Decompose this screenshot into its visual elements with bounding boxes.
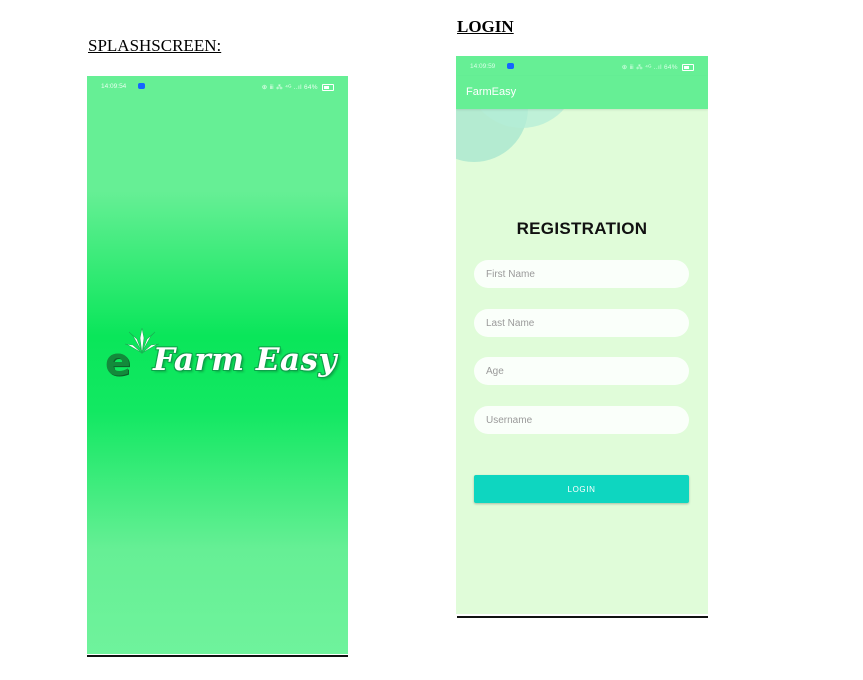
username-input[interactable] xyxy=(474,406,689,434)
status-icons: ⊕ ⅲ ⁂ ⁴ᴳ ..ıl 64% xyxy=(621,64,678,71)
login-divider xyxy=(457,616,708,618)
login-caption: LOGIN xyxy=(457,17,514,36)
app-title: FarmEasy xyxy=(466,86,517,98)
status-time: 14:09:54 xyxy=(101,83,127,90)
splash-screen: 14:09:54 ⊕ ⅲ ⁂ ⁴ᴳ ..ıl 64% e Farm Easy xyxy=(87,76,348,654)
status-bar: 14:09:54 ⊕ ⅲ ⁂ ⁴ᴳ ..ıl 64% xyxy=(87,76,348,96)
battery-icon xyxy=(322,83,334,91)
status-icons: ⊕ ⅲ ⁂ ⁴ᴳ ..ıl 64% xyxy=(261,84,318,91)
app-bar: FarmEasy xyxy=(456,76,708,109)
registration-heading: REGISTRATION xyxy=(516,219,648,238)
splash-divider xyxy=(87,655,348,657)
logo-text: Farm Easy xyxy=(153,342,338,378)
last-name-input[interactable] xyxy=(474,309,689,337)
login-screen: 14:09:59 ⊕ ⅲ ⁂ ⁴ᴳ ..ıl 64% FarmEasy REGI… xyxy=(456,56,708,614)
status-time: 14:09:59 xyxy=(470,63,496,70)
status-bar: 14:09:59 ⊕ ⅲ ⁂ ⁴ᴳ ..ıl 64% xyxy=(456,56,708,76)
notification-icon xyxy=(507,63,514,69)
splashscreen-caption: SPLASHSCREEN: xyxy=(88,36,222,55)
login-button[interactable]: LOGIN xyxy=(474,475,689,503)
battery-icon xyxy=(682,63,694,71)
first-name-input[interactable] xyxy=(474,260,689,288)
notification-icon xyxy=(138,83,145,89)
farm-easy-logo: e Farm Easy xyxy=(105,326,345,386)
age-input[interactable] xyxy=(474,357,689,385)
